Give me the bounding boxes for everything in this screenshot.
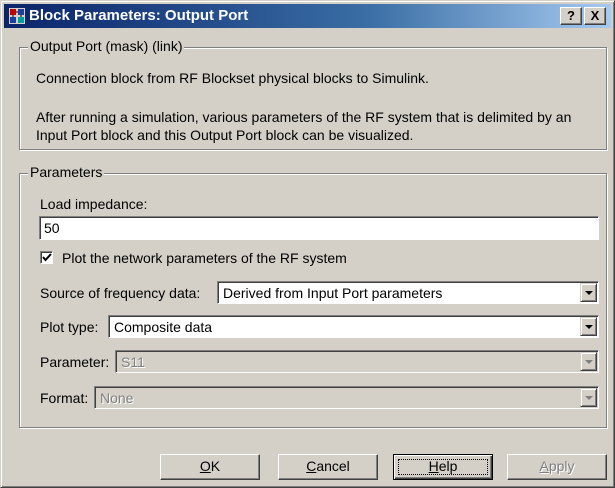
plot-type-dropdown[interactable]: Composite data bbox=[108, 315, 599, 338]
parameter-value: S11 bbox=[121, 354, 145, 370]
description-line-1: Connection block from RF Blockset physic… bbox=[36, 70, 429, 86]
load-impedance-label: Load impedance: bbox=[40, 196, 148, 212]
plot-network-checkbox[interactable] bbox=[40, 251, 53, 264]
window-title: Block Parameters: Output Port bbox=[29, 7, 249, 24]
apply-label: pply bbox=[548, 458, 575, 474]
ok-label: K bbox=[210, 458, 221, 474]
parameter-label: Parameter: bbox=[40, 354, 110, 370]
parameter-dropdown: S11 bbox=[115, 350, 599, 373]
chevron-down-icon bbox=[580, 388, 597, 407]
chevron-down-icon[interactable] bbox=[580, 317, 597, 336]
format-label: Format: bbox=[40, 390, 89, 406]
help-button[interactable]: Help bbox=[393, 454, 493, 480]
frequency-source-value: Derived from Input Port parameters bbox=[223, 285, 443, 301]
focus-ring bbox=[398, 459, 488, 475]
cancel-label: ancel bbox=[316, 458, 350, 474]
titlebar-close-button[interactable]: X bbox=[584, 7, 606, 25]
load-impedance-input[interactable]: 50 bbox=[39, 216, 599, 240]
format-value: None bbox=[100, 390, 134, 406]
description-line-3: Input Port block and this Output Port bl… bbox=[36, 127, 414, 143]
dialog-window: Block Parameters: Output Port ? X Output… bbox=[0, 0, 615, 488]
apply-button: Apply bbox=[507, 454, 607, 480]
titlebar-help-button[interactable]: ? bbox=[560, 7, 582, 25]
frequency-source-label: Source of frequency data: bbox=[40, 285, 201, 301]
description-line-2: After running a simulation, various para… bbox=[36, 109, 572, 125]
format-dropdown: None bbox=[94, 386, 599, 409]
cancel-button[interactable]: Cancel bbox=[278, 454, 378, 480]
cancel-mnemonic: C bbox=[306, 458, 317, 474]
simulink-block-icon bbox=[9, 8, 25, 24]
frequency-source-dropdown[interactable]: Derived from Input Port parameters bbox=[217, 281, 599, 304]
title-bar[interactable]: Block Parameters: Output Port ? X bbox=[4, 4, 611, 28]
ok-button[interactable]: OK bbox=[160, 454, 260, 480]
ok-mnemonic: O bbox=[199, 458, 211, 474]
checkmark-icon bbox=[42, 253, 52, 262]
chevron-down-icon[interactable] bbox=[580, 283, 597, 302]
plot-type-label: Plot type: bbox=[40, 319, 99, 335]
apply-mnemonic: A bbox=[539, 458, 549, 474]
description-group-legend: Output Port (mask) (link) bbox=[28, 38, 185, 54]
parameters-group-legend: Parameters bbox=[28, 164, 105, 180]
plot-type-value: Composite data bbox=[114, 319, 213, 335]
chevron-down-icon bbox=[580, 352, 597, 371]
plot-network-checkbox-label[interactable]: Plot the network parameters of the RF sy… bbox=[62, 250, 347, 266]
